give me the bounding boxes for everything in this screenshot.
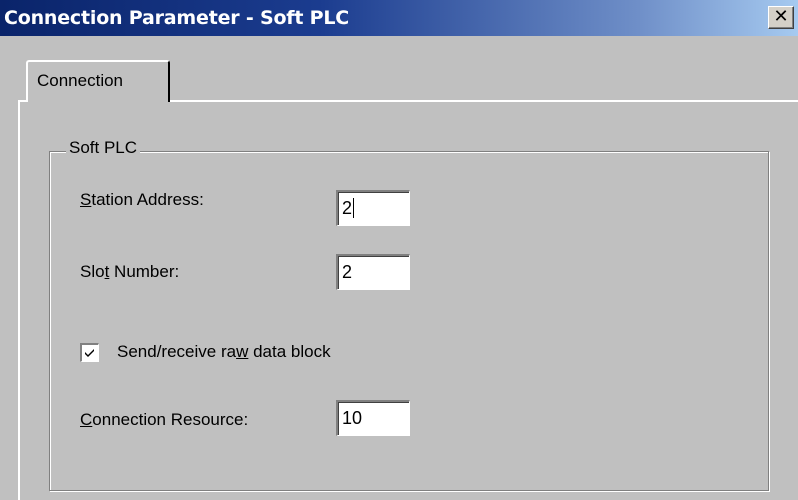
tab-connection-label: Connection (37, 71, 124, 90)
close-button[interactable]: ✕ (768, 6, 794, 29)
tab-panel (18, 100, 798, 500)
tab-connection[interactable]: Connection (26, 60, 170, 102)
title-bar: Connection Parameter - Soft PLC ✕ (0, 0, 798, 36)
window-title: Connection Parameter - Soft PLC (4, 7, 350, 29)
close-icon: ✕ (773, 6, 789, 27)
